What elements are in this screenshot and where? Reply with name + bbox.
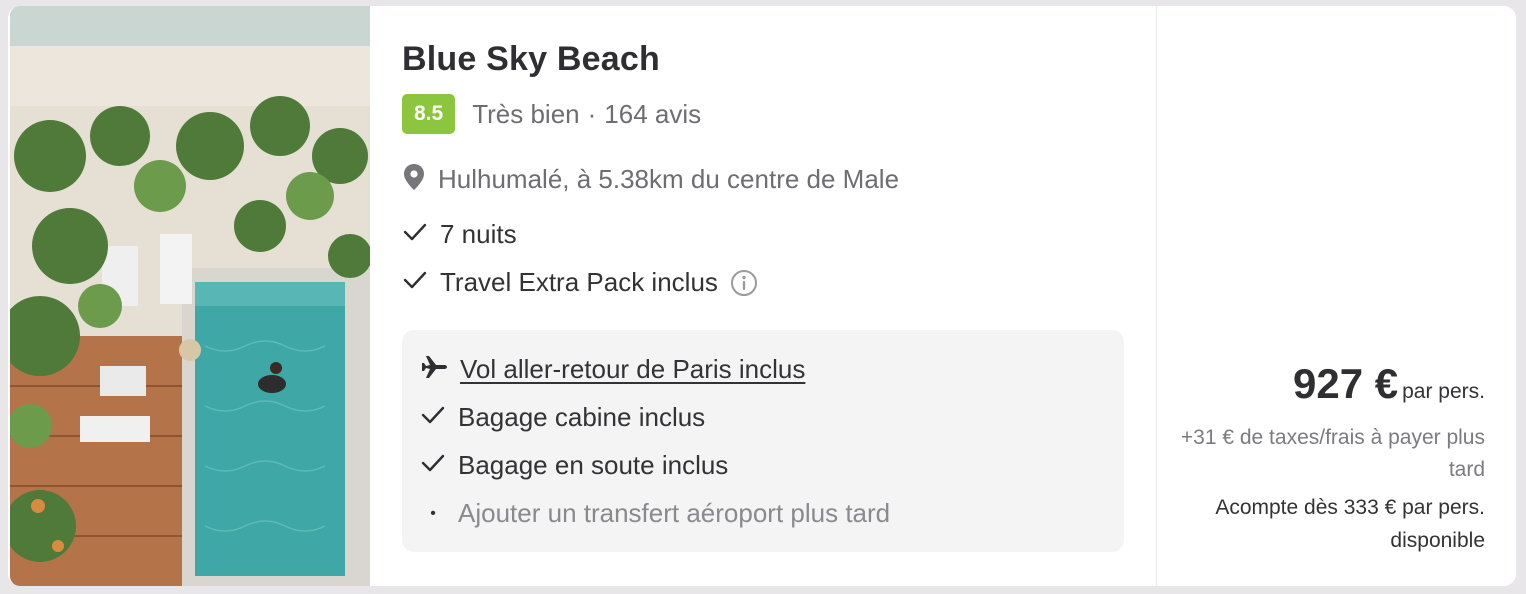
hold-baggage: Bagage en soute inclus: [420, 450, 728, 481]
rating-row: 8.5 Très bien · 164 avis: [402, 94, 701, 134]
location-pin-icon: [402, 163, 426, 196]
price-amount: 927 €: [1293, 360, 1399, 407]
cabin-baggage: Bagage cabine inclus: [420, 402, 705, 433]
rating-label: Très bien: [472, 98, 580, 129]
flight-info-box: Vol aller-retour de Paris inclus Bagage …: [402, 330, 1124, 552]
flight-link[interactable]: Vol aller-retour de Paris inclus: [460, 354, 805, 385]
hotel-details: Blue Sky Beach 8.5 Très bien · 164 avis …: [402, 6, 1132, 586]
info-icon[interactable]: [730, 269, 758, 297]
location: Hulhumalé, à 5.38km du centre de Male: [402, 163, 899, 196]
airport-transfer-label: Ajouter un transfert aéroport plus tard: [458, 498, 891, 528]
price: 927 € par pers.: [1293, 360, 1485, 408]
check-icon: [420, 452, 446, 479]
airport-transfer: • Ajouter un transfert aéroport plus tar…: [420, 498, 890, 529]
bullet-dot-icon: •: [430, 504, 436, 522]
price-column: 927 € par pers. +31 € de taxes/frais à pa…: [1156, 6, 1516, 586]
feature-nights: 7 nuits: [402, 219, 517, 250]
check-icon: [402, 221, 428, 248]
score-badge: 8.5: [402, 94, 456, 134]
feature-travel-pack-label: Travel Extra Pack inclus: [440, 267, 718, 297]
feature-travel-pack: Travel Extra Pack inclus: [402, 267, 758, 298]
hold-baggage-label: Bagage en soute inclus: [458, 450, 729, 480]
reviews-count[interactable]: 164 avis: [604, 99, 701, 130]
plane-icon: [420, 354, 448, 385]
hotel-name[interactable]: Blue Sky Beach: [402, 40, 660, 79]
taxes-note: +31 € de taxes/frais à payer plus tard: [1180, 426, 1485, 481]
hotel-card[interactable]: Blue Sky Beach 8.5 Très bien · 164 avis …: [8, 6, 1516, 586]
location-text: Hulhumalé, à 5.38km du centre de Male: [438, 164, 900, 194]
check-icon: [420, 404, 446, 431]
flight-included: Vol aller-retour de Paris inclus: [420, 354, 805, 385]
cabin-baggage-label: Bagage cabine inclus: [458, 402, 706, 432]
check-icon: [402, 269, 428, 296]
deposit-note: Acompte dès 333 € par pers. disponible: [1215, 496, 1485, 552]
rating-separator: ·: [587, 98, 597, 129]
hotel-photo-image: [10, 6, 370, 586]
price-unit: par pers.: [1402, 380, 1485, 403]
feature-nights-label: 7 nuits: [440, 219, 517, 249]
hotel-photo[interactable]: [10, 6, 370, 586]
